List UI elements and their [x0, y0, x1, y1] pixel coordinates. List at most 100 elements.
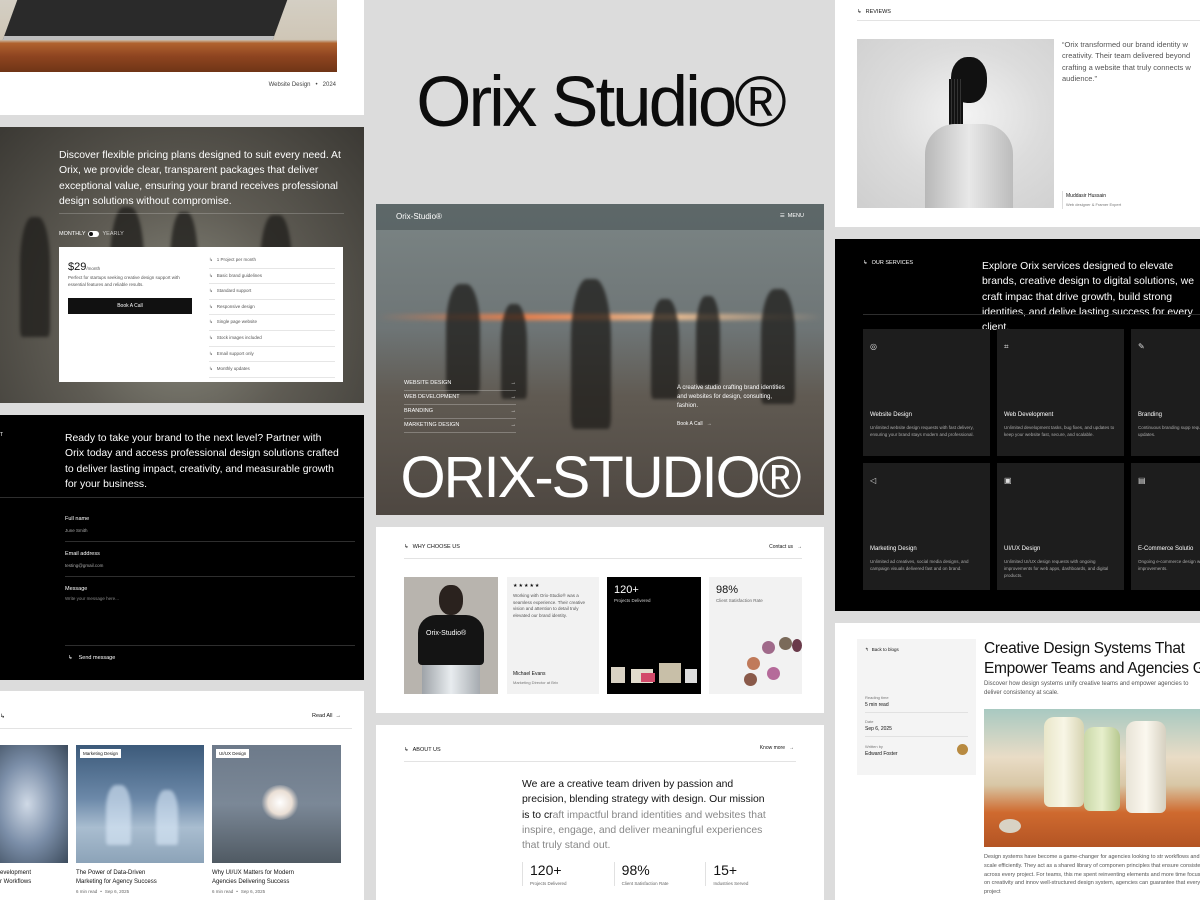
email-label: Email address: [65, 551, 100, 557]
stat-value: 120+: [614, 584, 639, 596]
billing-toggle[interactable]: MONTHLY YEARLY: [59, 231, 124, 237]
feature-label: Stock images included: [216, 335, 262, 340]
back-arrow-icon: ↰: [865, 647, 869, 652]
stat-value: 15+: [713, 862, 738, 878]
nav-label[interactable]: MARKETING DESIGN: [404, 422, 459, 432]
blog-post[interactable]: Marketing Design The Power of Data-Drive…: [76, 745, 204, 895]
arrow-icon: ↳: [404, 747, 409, 753]
email-field[interactable]: Email address testing@gmail.com: [65, 551, 355, 577]
arrow-right-icon: →: [789, 745, 794, 751]
testimonial-card: ★★★★★ Working with Orix-Studio® was a se…: [507, 577, 599, 694]
about-title: ABOUT US: [412, 747, 441, 753]
message-field[interactable]: Message Write your message here...: [65, 586, 355, 646]
stone: [999, 819, 1021, 833]
message-placeholder[interactable]: Write your message here...: [65, 596, 355, 646]
back-to-blogs[interactable]: ↰ Back to blogs: [865, 647, 968, 653]
stat-card-satisfaction: 98% Client Satisfaction Rate: [709, 577, 802, 694]
contact-link[interactable]: Contact us →: [769, 544, 802, 550]
reviewer-role: Web designer & Framer Expert: [1066, 202, 1122, 207]
why-label: ↳ WHY CHOOSE US: [404, 544, 460, 550]
back-label[interactable]: Back to blogs: [872, 647, 899, 653]
date-label: Date: [865, 719, 874, 724]
about-text: We are a creative team driven by passion…: [522, 777, 774, 853]
blog-post[interactable]: evelopment r Workflows: [0, 745, 68, 895]
blurred-figure: [20, 217, 50, 337]
testimonial-role: Marketing Director at Brix: [513, 680, 559, 685]
nav-label[interactable]: BRANDING: [404, 408, 433, 418]
stat-card-projects: 120+ Projects Delivered: [607, 577, 701, 694]
hamburger-icon: ☰: [779, 213, 785, 219]
arrow-icon: ↳: [209, 303, 213, 309]
plan-price: $29: [68, 261, 87, 273]
post-date: Sep 6, 2025: [240, 889, 266, 895]
blurred-figure: [651, 299, 679, 399]
article-card: ↰ Back to blogs Reading time 5 min read D…: [835, 623, 1200, 900]
article-title: Creative Design Systems That Empower Tea…: [984, 640, 1200, 678]
service-card[interactable]: ▣ UI/UX Design Unlimited UI/UX design requ…: [997, 463, 1124, 590]
book-call-button[interactable]: Book A Call: [68, 298, 192, 314]
reading-label: Reading time: [865, 695, 889, 700]
portfolio-year: 2024: [322, 82, 336, 88]
article-image: [984, 709, 1200, 847]
hero-nav-item[interactable]: WEBSITE DESIGN →: [404, 377, 516, 391]
author-block: Written by Edward Foster: [865, 744, 968, 757]
person-shirt: [418, 615, 484, 665]
hero-nav-item[interactable]: BRANDING →: [404, 405, 516, 419]
nav-label[interactable]: WEBSITE DESIGN: [404, 380, 451, 390]
read-all-label[interactable]: Read All: [312, 713, 333, 719]
hero-cta[interactable]: Book A Call →: [677, 421, 712, 427]
read-all-link[interactable]: Read All →: [312, 713, 341, 719]
avatar: [762, 641, 775, 654]
arrow-icon: ↳: [209, 366, 213, 372]
email-value[interactable]: testing@gmail.com: [65, 563, 355, 577]
toggle-monthly[interactable]: MONTHLY: [59, 231, 85, 237]
article-body: Design systems have become a game-change…: [984, 854, 1200, 896]
plan-price-block: $29/month: [68, 257, 100, 275]
hero-nav-item[interactable]: WEB DEVELOPMENT →: [404, 391, 516, 405]
nav-label[interactable]: WEB DEVELOPMENT: [404, 394, 460, 404]
post-date: Sep 6, 2025: [104, 889, 130, 895]
arrow-icon: ↳: [209, 319, 213, 325]
service-card[interactable]: ✎ Branding Continuous branding supp reques…: [1131, 329, 1200, 456]
post-meta: 6 min read • Sep 6, 2025: [76, 889, 204, 896]
service-card[interactable]: ◁ Marketing Design Unlimited ad creatives,…: [863, 463, 990, 590]
hero-logo[interactable]: Orix-Studio®: [396, 212, 442, 221]
toggle-yearly[interactable]: YEARLY: [102, 231, 123, 237]
know-more-label[interactable]: Know more: [760, 745, 785, 751]
service-title: Web Development: [1004, 412, 1054, 418]
divider: [0, 728, 352, 729]
feature-item: ↳ 1 Project per month: [209, 253, 335, 269]
name-field[interactable]: Full name June Smith: [65, 516, 355, 542]
feature-label: 1 Project per month: [216, 257, 257, 263]
corner-letter: T: [0, 432, 4, 438]
hero-cta-label[interactable]: Book A Call: [677, 421, 703, 427]
feature-item: ↳ Responsive design: [209, 300, 335, 316]
service-card[interactable]: ▤ E-Commerce Solutio Ongoing e-commerce de…: [1131, 463, 1200, 590]
blurred-dancer: [106, 785, 131, 845]
service-card[interactable]: ⌗ Web Development Unlimited development ta…: [997, 329, 1124, 456]
hero-tagline: A creative studio crafting brand identit…: [677, 385, 785, 409]
name-value[interactable]: June Smith: [65, 528, 355, 542]
service-card[interactable]: ◎ Website Design Unlimited website design …: [863, 329, 990, 456]
hero-nav-item[interactable]: MARKETING DESIGN →: [404, 419, 516, 433]
feature-label: Standard support: [216, 288, 252, 294]
know-more-link[interactable]: Know more →: [760, 745, 794, 751]
toggle-switch[interactable]: [88, 231, 100, 237]
article-subtitle: Discover how design systems unify creati…: [984, 681, 1189, 697]
divider: [404, 558, 802, 559]
blog-post[interactable]: UI/UX Design Why UI/UX Matters for Moder…: [212, 745, 341, 895]
rating-stars: ★★★★★: [513, 583, 541, 589]
pricing-card: Discover flexible pricing plans designed…: [0, 127, 364, 403]
send-message-button[interactable]: ↳ Send message: [68, 655, 115, 661]
arrow-icon: ↳: [209, 257, 213, 263]
send-label: Send message: [78, 655, 116, 661]
plan-card: $29/month Perfect for startups seeking c…: [59, 247, 343, 382]
portfolio-meta: Website Design • 2024: [269, 82, 336, 88]
megaphone-icon: ◁: [870, 476, 877, 485]
reviews-card: ↳ REVIEWS “Orix transformed our brand ide…: [835, 0, 1200, 227]
contact-label[interactable]: Contact us: [769, 544, 793, 550]
feature-item: ↳ Stock images included: [209, 331, 335, 347]
avatar: [779, 637, 792, 650]
menu-button[interactable]: ☰ MENU: [780, 213, 804, 219]
about-label: ↳ ABOUT US: [404, 747, 441, 753]
